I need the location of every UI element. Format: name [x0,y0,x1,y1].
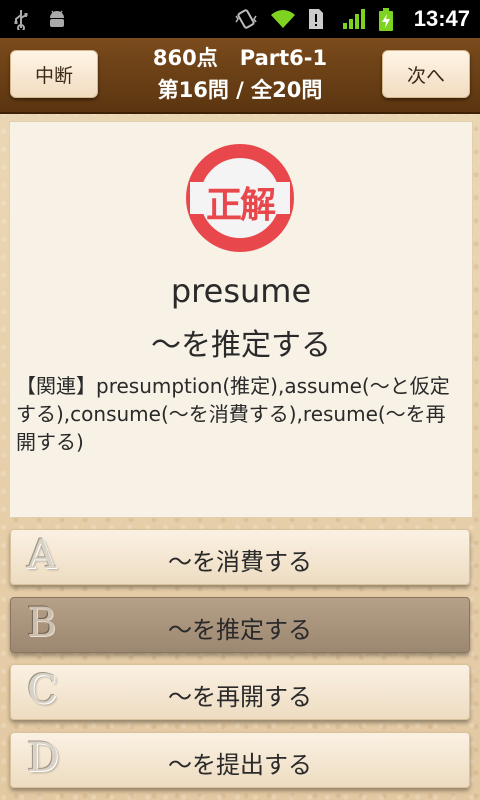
android-debug-icon [46,8,68,30]
related-words: 【関連】presumption(推定),assume(～と仮定する),consu… [16,374,450,454]
score-label: 860点 [152,46,218,70]
next-button[interactable]: 次へ [382,50,470,98]
answer-option-c[interactable]: C ～を再開する [10,664,470,720]
status-left-icons [10,8,68,32]
answer-text: ～を推定する [168,616,312,644]
suspend-button[interactable]: 中断 [10,50,98,98]
battery-charging-icon [378,8,400,31]
score-and-part: 860点 Part6-1 [110,42,370,74]
answer-text: ～を提出する [168,751,312,779]
sim-alert-icon [306,8,328,30]
header-info: 860点 Part6-1 第16問 / 全20問 [110,42,370,106]
answer-option-d[interactable]: D ～を提出する [10,732,470,788]
vocab-meaning: ～を推定する [151,328,331,363]
quiz-header: 中断 860点 Part6-1 第16問 / 全20問 次へ [0,38,480,114]
correct-stamp-icon: 正解 [184,142,296,254]
answer-text: ～を再開する [168,683,312,711]
status-bar: 13:47 [0,0,480,38]
vibrate-icon [234,8,257,30]
stamp-text: 正解 [205,185,276,226]
status-clock: 13:47 [413,6,470,31]
part-label: Part6-1 [239,46,328,70]
status-right-icons: 13:47 [234,6,470,32]
answer-option-a[interactable]: A ～を消費する [10,529,470,585]
wifi-icon [270,8,295,30]
usb-icon [10,8,32,32]
answer-option-b[interactable]: B ～を推定する [10,597,470,653]
question-card: 正解 presume ～を推定する 【関連】presumption(推定),as… [10,122,472,517]
question-progress: 第16問 / 全20問 [157,78,323,102]
answer-text: ～を消費する [168,548,312,576]
signal-icon [342,8,365,30]
vocab-word: presume [170,272,312,310]
